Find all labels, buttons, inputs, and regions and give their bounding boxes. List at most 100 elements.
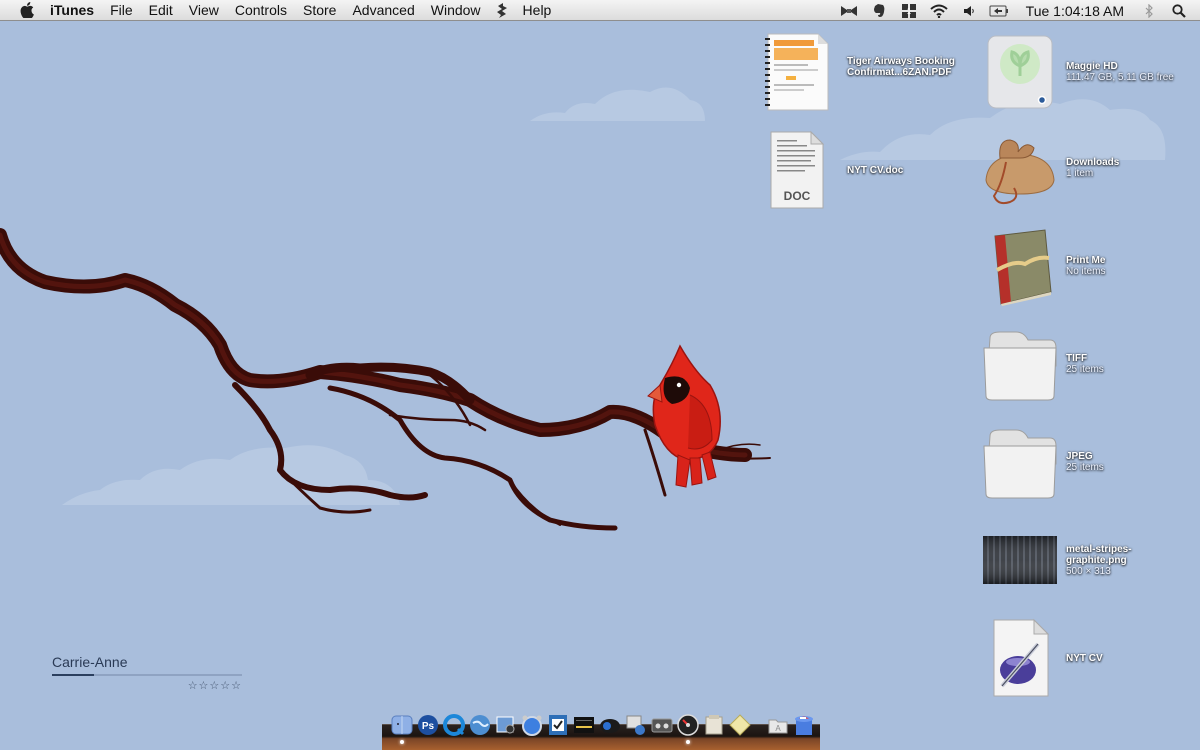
desktop-icon-label: Downloads xyxy=(1066,157,1120,168)
terminal-icon xyxy=(574,717,594,733)
dock-item-trash[interactable] xyxy=(792,712,816,738)
image-thumbnail-icon xyxy=(980,520,1060,600)
svg-text:Ps: Ps xyxy=(422,721,435,732)
menu-store[interactable]: Store xyxy=(295,0,344,21)
desktop-icon-print-me[interactable]: Print Me No items xyxy=(980,226,1105,306)
script-icon xyxy=(496,2,507,18)
dock-item-tasks[interactable] xyxy=(546,712,570,738)
dock-item-dashboard[interactable] xyxy=(676,712,700,744)
evernote-status[interactable] xyxy=(864,0,894,21)
dock-item-stickies[interactable] xyxy=(728,712,752,738)
menu-window[interactable]: Window xyxy=(423,0,489,21)
spaces-status[interactable]: 1 xyxy=(894,0,924,21)
menu-help[interactable]: Help xyxy=(515,0,560,21)
cassette-tape-icon xyxy=(651,718,673,733)
spaces-icon: 1 xyxy=(901,3,916,18)
battery-status[interactable] xyxy=(984,0,1014,21)
dock-item-photoshop[interactable]: Ps xyxy=(416,712,440,738)
pdf-document-icon xyxy=(757,32,837,112)
bowtie-status[interactable] xyxy=(834,0,864,21)
menu-bar: iTunes File Edit View Controls Store Adv… xyxy=(0,0,1200,21)
menu-controls[interactable]: Controls xyxy=(227,0,295,21)
checkbox-task-icon xyxy=(549,715,567,735)
paper-stack-icon xyxy=(705,715,723,735)
svg-text:A: A xyxy=(775,724,781,733)
menu-edit[interactable]: Edit xyxy=(141,0,181,21)
menu-app-itunes[interactable]: iTunes xyxy=(50,0,102,21)
wifi-status[interactable] xyxy=(924,0,954,21)
cloud-left xyxy=(62,445,400,505)
desktop-icon-label: NYT CV xyxy=(1066,652,1103,664)
desktop-icon-tiff-folder[interactable]: TIFF 25 items xyxy=(980,324,1104,404)
desktop-icon-jpeg-folder[interactable]: JPEG 25 items xyxy=(980,422,1104,502)
desktop-icon-label: JPEG xyxy=(1066,451,1093,462)
word-document-icon: DOC xyxy=(757,130,837,210)
desktop-icon-downloads[interactable]: Downloads 1 item xyxy=(980,128,1119,208)
dock-item-quicktime[interactable] xyxy=(442,712,466,738)
track-title[interactable]: Carrie-Anne xyxy=(52,654,242,670)
dock-item-earth-browser[interactable] xyxy=(468,712,492,738)
desktop-icon-info: 1 item xyxy=(1066,168,1094,179)
finder-icon xyxy=(391,715,413,735)
dock-item-applications-folder[interactable]: A xyxy=(766,712,790,738)
dock: Ps A xyxy=(390,712,816,744)
volume-icon xyxy=(963,5,974,16)
apple-icon xyxy=(20,2,34,18)
photoshop-icon: Ps xyxy=(418,715,438,735)
desktop-icon-label: NYT CV.doc xyxy=(847,164,904,176)
dock-item-alarm-clock[interactable] xyxy=(520,712,544,738)
photo-app-icon xyxy=(626,715,645,735)
cardinal-bird xyxy=(647,344,721,488)
downloads-sack-icon xyxy=(980,128,1060,208)
battery-icon xyxy=(989,5,1008,16)
globe-icon xyxy=(470,715,490,735)
hard-drive-icon xyxy=(980,32,1060,112)
menu-view[interactable]: View xyxy=(181,0,227,21)
desktop-icon-doc[interactable]: DOC NYT CV.doc xyxy=(757,130,903,210)
dock-item-iphoto[interactable] xyxy=(624,712,648,738)
desktop-icon-label-line2: graphite.png xyxy=(1066,554,1127,566)
script-menu[interactable] xyxy=(489,2,515,18)
desktop-icon-label: Maggie HD xyxy=(1066,61,1118,72)
wifi-icon xyxy=(930,4,948,18)
menubar-clock[interactable]: Tue 1:04:18 AM xyxy=(1014,3,1134,19)
dock-item-camera-app[interactable] xyxy=(598,712,622,738)
quicktime-icon xyxy=(443,714,465,736)
desktop-icon-pages-document[interactable]: NYT CV xyxy=(980,618,1103,698)
desktop-icon-image-file[interactable]: metal-stripes- graphite.png 500 × 313 xyxy=(980,520,1132,600)
book-folder-icon xyxy=(980,226,1060,306)
menu-file[interactable]: File xyxy=(102,0,141,21)
track-progress-fill xyxy=(52,674,94,676)
bluetooth-icon xyxy=(1145,3,1153,18)
dock-item-terminal[interactable] xyxy=(572,712,596,738)
folder-icon xyxy=(980,324,1060,404)
desktop-icon-info: 500 × 313 xyxy=(1066,565,1111,577)
track-progress-bar[interactable] xyxy=(52,674,242,676)
apple-menu[interactable] xyxy=(18,2,36,18)
dock-item-preview[interactable] xyxy=(494,712,518,738)
sticky-note-icon xyxy=(729,714,751,736)
running-indicator xyxy=(400,740,404,744)
itunes-now-playing-widget: Carrie-Anne ☆☆☆☆☆ xyxy=(52,654,242,692)
spotlight-button[interactable] xyxy=(1164,0,1194,21)
desktop-icon-pdf[interactable]: Tiger Airways Booking Confirmat...6ZAN.P… xyxy=(757,32,955,112)
trash-icon xyxy=(795,716,813,735)
desktop-icon-label: TIFF xyxy=(1066,353,1088,364)
track-rating-stars[interactable]: ☆☆☆☆☆ xyxy=(52,679,242,692)
cloud-top xyxy=(530,87,705,121)
desktop-icon-label-line2: Confirmat...6ZAN.PDF xyxy=(847,67,952,78)
menu-advanced[interactable]: Advanced xyxy=(344,0,422,21)
pages-document-icon xyxy=(980,618,1060,698)
bluetooth-status[interactable] xyxy=(1134,0,1164,21)
volume-status[interactable] xyxy=(954,0,984,21)
dock-item-paper-app[interactable] xyxy=(702,712,726,738)
dock-item-finder[interactable] xyxy=(390,712,414,744)
spotlight-search-icon xyxy=(1172,3,1186,18)
desktop-icon-info: 111.47 GB, 5.11 GB free xyxy=(1066,72,1174,83)
svg-text:1: 1 xyxy=(906,7,911,16)
desktop-icon-hard-drive[interactable]: Maggie HD 111.47 GB, 5.11 GB free xyxy=(980,32,1174,112)
dock-item-tape-app[interactable] xyxy=(650,712,674,738)
evernote-icon xyxy=(873,3,885,17)
alarm-clock-icon xyxy=(522,715,542,736)
desktop-icon-info: 25 items xyxy=(1066,462,1104,473)
